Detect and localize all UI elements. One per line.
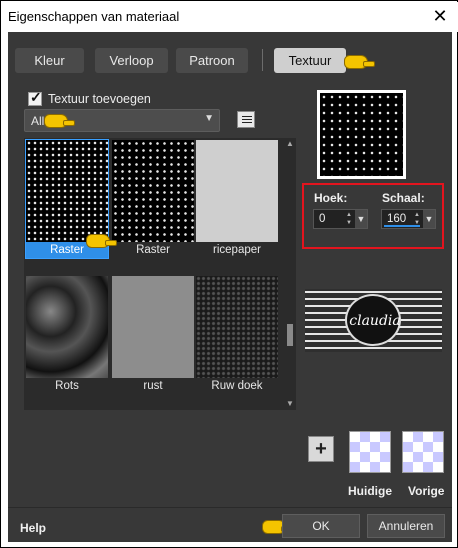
thumb-label: Ruw doek [196,378,278,394]
texture-checkbox-label: Textuur toevoegen [48,92,151,106]
help-link[interactable]: Help [20,521,46,535]
ok-button[interactable]: OK [282,514,360,538]
previous-swatch[interactable] [402,431,444,473]
chevron-up-icon[interactable]: ▲ [284,138,296,150]
pointer-hand-icon [86,234,117,248]
angle-label: Hoek: [314,191,348,205]
texture-preview [317,90,406,179]
tab-verloop[interactable]: Verloop [95,48,168,73]
cancel-button[interactable]: Annuleren [367,514,445,538]
thumb-label: ricepaper [196,242,278,258]
tab-textuur[interactable]: Textuur [274,48,346,73]
dialog-body: Kleur Verloop Patroon Textuur ✓ Textuur … [8,32,452,542]
logo-text: claudia [349,313,401,329]
tab-kleur[interactable]: Kleur [15,48,84,73]
thumb-label: Raster [112,242,194,258]
scale-spinner[interactable]: 160 ▲ ▼ ▼ [381,209,436,229]
texture-grid: Raster Raster ricepaper Rots rust Ruw do… [24,138,284,410]
chevron-down-icon: ▼ [204,113,214,124]
title-bar: Eigenschappen van materiaal ✕ [2,2,458,32]
footer-divider [8,507,452,508]
grid-scrollbar[interactable]: ▲ ▼ [284,138,296,410]
chevron-down-icon[interactable]: ▼ [355,210,367,228]
chevron-down-icon[interactable]: ▼ [284,398,296,410]
close-icon[interactable]: ✕ [430,6,450,26]
tab-divider [262,49,263,71]
watermark-logo: claudia [305,289,442,352]
thumb-label: rust [112,378,194,394]
thumb-ricepaper[interactable]: ricepaper [196,140,278,258]
list-options-icon[interactable] [237,111,255,128]
checkmark-icon: ✓ [30,89,42,105]
thumb-raster-2[interactable]: Raster [112,140,194,258]
thumb-rots[interactable]: Rots [26,276,108,394]
spin-arrows-icon[interactable]: ▲ ▼ [344,211,354,228]
dialog-window: Eigenschappen van materiaal ✕ Kleur Verl… [0,0,458,548]
scale-bar [384,225,420,227]
current-swatch-label: Huidige [348,484,392,498]
pointer-hand-icon [344,55,375,69]
angle-value: 0 [319,213,326,225]
thumb-rust[interactable]: rust [112,276,194,394]
logo-seal: claudia [345,294,401,346]
add-swatch-button[interactable]: + [308,436,334,462]
texture-checkbox[interactable]: ✓ [28,89,42,106]
pointer-hand-icon [44,114,75,128]
scale-label: Schaal: [382,191,425,205]
scrollbar-thumb[interactable] [287,324,293,346]
thumb-ruw-doek[interactable]: Ruw doek [196,276,278,394]
angle-spinner[interactable]: 0 ▲ ▼ ▼ [313,209,368,229]
chevron-down-icon[interactable]: ▼ [423,210,435,228]
window-title: Eigenschappen van materiaal [8,9,180,24]
previous-swatch-label: Vorige [408,484,445,498]
tab-patroon[interactable]: Patroon [176,48,248,73]
current-swatch[interactable] [349,431,391,473]
thumb-label: Rots [26,378,108,394]
scale-value: 160 [387,213,407,225]
